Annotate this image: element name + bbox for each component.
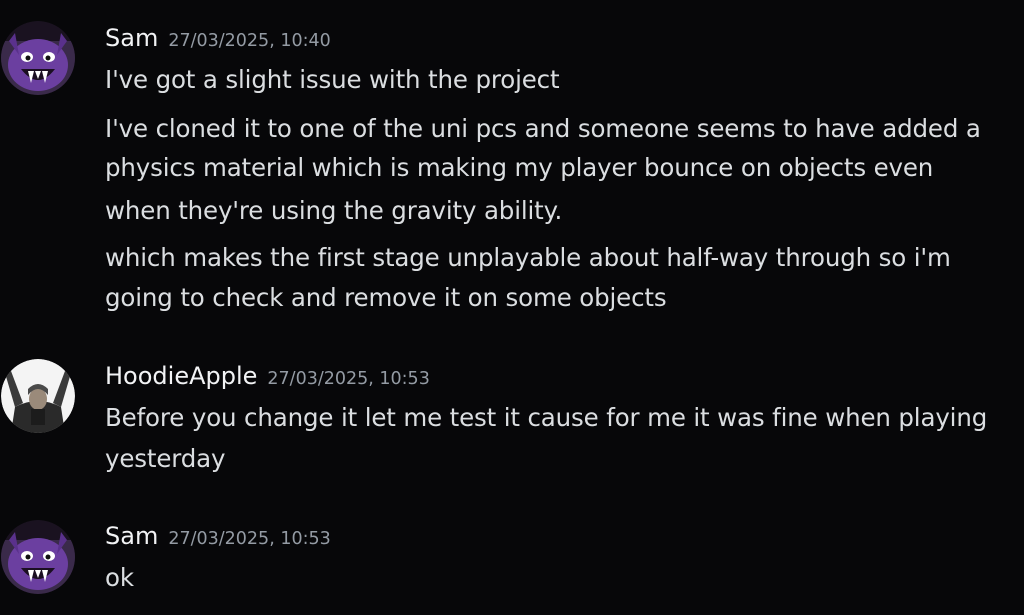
message-text: Before you change it let me test it caus… (105, 403, 988, 432)
message-text: which makes the first stage unplayable a… (105, 243, 951, 272)
message-header: HoodieApple 27/03/2025, 10:53 (105, 362, 430, 392)
message-text: physics material which is making my play… (105, 153, 934, 182)
message-text: going to check and remove it on some obj… (105, 283, 667, 312)
message-header: Sam 27/03/2025, 10:53 (105, 522, 331, 552)
timestamp: 27/03/2025, 10:53 (168, 529, 331, 549)
timestamp: 27/03/2025, 10:40 (168, 31, 331, 51)
message-text: I've cloned it to one of the uni pcs and… (105, 114, 981, 143)
username[interactable]: Sam (105, 24, 158, 52)
purple-monster-avatar-icon[interactable] (1, 520, 75, 594)
message-text: yesterday (105, 444, 226, 473)
username[interactable]: Sam (105, 522, 158, 550)
username[interactable]: HoodieApple (105, 362, 257, 390)
purple-monster-avatar-icon[interactable] (1, 21, 75, 95)
timestamp: 27/03/2025, 10:53 (267, 369, 430, 389)
message-header: Sam 27/03/2025, 10:40 (105, 24, 331, 54)
message-text: I've got a slight issue with the project (105, 65, 560, 94)
message-text: when they're using the gravity ability. (105, 196, 563, 225)
photo-figure-avatar-icon[interactable] (1, 359, 75, 433)
message-text: ok (105, 563, 134, 592)
